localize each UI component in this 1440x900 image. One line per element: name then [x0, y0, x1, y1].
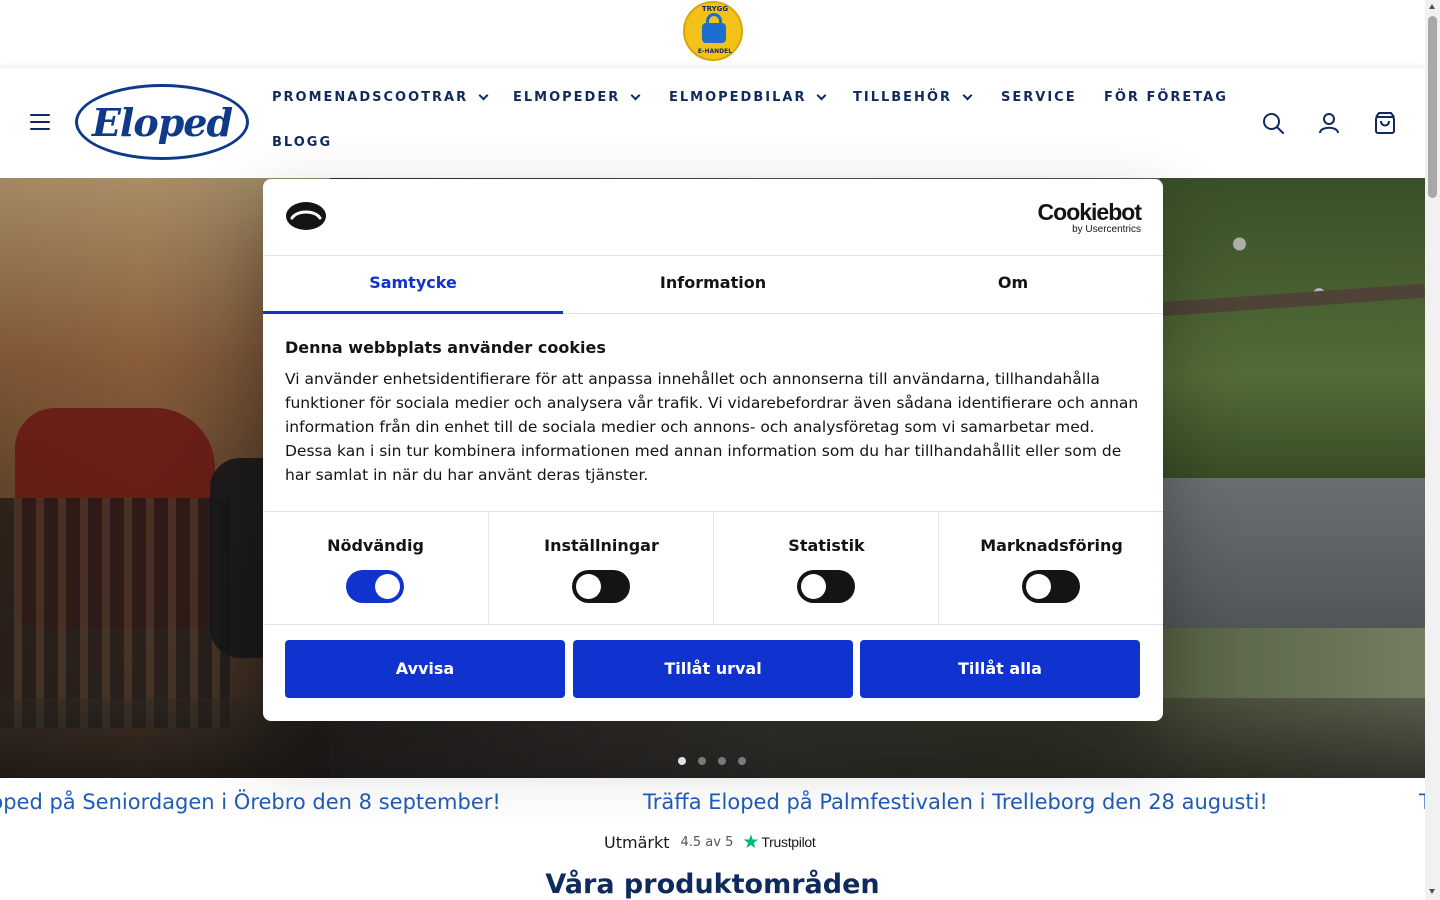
toggle-knob [375, 574, 400, 599]
lock-icon [702, 23, 726, 43]
trust-strip: TRYGG E-HANDEL [0, 0, 1425, 68]
cookie-title: Denna webbplats använder cookies [285, 338, 606, 357]
slider-dot-1[interactable] [678, 757, 686, 765]
badge-bottom-text: E-HANDEL [697, 48, 733, 55]
scroll-thumb[interactable] [1428, 16, 1437, 198]
nav-promenadscootrar[interactable]: PROMENADSCOOTRAR [272, 90, 489, 105]
nav-elmopeder[interactable]: ELMOPEDER [513, 90, 641, 105]
section-title: Våra produktområden [545, 869, 880, 900]
slider-dots [678, 757, 746, 765]
ticker-item[interactable]: Träffa Eloped på Palmfestivalen i Trelle… [643, 790, 1268, 814]
chevron-down-icon [630, 90, 641, 101]
toggle-label: Inställningar [544, 536, 659, 555]
ticker-item[interactable]: Träffa Eloped på Seniordagen i Örebro de… [0, 790, 501, 814]
toggle-group-marknadsforing: Marknadsföring [938, 512, 1163, 625]
toggle-knob [576, 574, 601, 599]
trustpilot-star-icon: ★ [742, 830, 760, 853]
cookie-tabs: Samtycke Information Om [263, 256, 1163, 314]
tab-information[interactable]: Information [563, 256, 863, 314]
site-header: Eloped PROMENADSCOOTRAR ELMOPEDER ELMOPE… [0, 68, 1425, 178]
nav-label: PROMENADSCOOTRAR [272, 90, 469, 105]
nav-blogg[interactable]: BLOGG [272, 135, 332, 150]
scroll-up-arrow-icon[interactable] [1429, 4, 1435, 9]
trygg-ehandel-badge[interactable]: TRYGG E-HANDEL [683, 1, 743, 61]
page-scrollbar[interactable] [1425, 0, 1440, 900]
chevron-down-icon [817, 90, 827, 101]
slider-dot-4[interactable] [738, 757, 746, 765]
reject-button[interactable]: Avvisa [285, 640, 565, 698]
cookie-consent-dialog: Cookiebot by Usercentrics Samtycke Infor… [263, 179, 1163, 721]
toggle-group-installningar: Inställningar [488, 512, 713, 625]
nav-tillbehor[interactable]: TILLBEHÖR [853, 90, 973, 105]
toggle-knob [1026, 574, 1051, 599]
slider-dot-2[interactable] [698, 757, 706, 765]
nav-service[interactable]: SERVICE [1001, 90, 1077, 105]
nav-label: FÖR FÖRETAG [1104, 90, 1228, 105]
nav-label: TILLBEHÖR [853, 90, 953, 105]
toggle-label: Nödvändig [327, 536, 424, 555]
eloped-logo[interactable]: Eloped [75, 84, 249, 160]
nav-label: ELMOPEDER [513, 90, 621, 105]
nav-elmopedbilar[interactable]: ELMOPEDBILAR [669, 90, 827, 105]
allow-all-button[interactable]: Tillåt alla [860, 640, 1140, 698]
trustpilot-widget[interactable]: Utmärkt 4.5 av 5 ★ Trustpilot [604, 830, 816, 853]
chevron-down-icon [962, 90, 973, 101]
nav-label: ELMOPEDBILAR [669, 90, 807, 105]
cookie-description: Vi använder enhetsidentifierare för att … [285, 370, 1139, 484]
toggle-installningar[interactable] [572, 570, 630, 603]
trustpilot-rating-label: Utmärkt [604, 832, 670, 852]
nav-label: SERVICE [1001, 90, 1077, 105]
allow-selection-button[interactable]: Tillåt urval [573, 640, 853, 698]
cart-icon[interactable] [1373, 111, 1397, 135]
toggle-label: Statistik [788, 536, 865, 555]
trustpilot-score: 4.5 av 5 [680, 834, 734, 850]
trustpilot-brand: Trustpilot [761, 834, 816, 850]
scroll-down-arrow-icon[interactable] [1429, 889, 1435, 894]
nav-for-foretag[interactable]: FÖR FÖRETAG [1104, 90, 1228, 105]
chevron-down-icon [478, 90, 489, 101]
badge-top-text: TRYGG [701, 5, 729, 13]
nav-label: BLOGG [272, 135, 333, 150]
cookiebot-logo-icon [286, 202, 326, 230]
toggle-nodvandig[interactable] [346, 570, 404, 603]
account-icon[interactable] [1317, 111, 1341, 135]
cookiebot-brand-name: Cookiebot [1037, 199, 1142, 225]
toggle-label: Marknadsföring [980, 536, 1123, 555]
toggle-knob [801, 574, 826, 599]
cookie-category-toggles: Nödvändig Inställningar Statistik Markna… [263, 511, 1163, 625]
menu-icon[interactable] [30, 114, 50, 130]
logo-text: Eloped [91, 99, 233, 145]
toggle-group-statistik: Statistik [713, 512, 938, 625]
slider-dot-3[interactable] [718, 757, 726, 765]
tab-samtycke[interactable]: Samtycke [263, 256, 563, 314]
toggle-group-nodvandig: Nödvändig [263, 512, 488, 625]
search-icon[interactable] [1261, 111, 1285, 135]
cookiebot-brand[interactable]: Cookiebot by Usercentrics [1037, 199, 1142, 235]
toggle-marknadsforing[interactable] [1022, 570, 1080, 603]
news-ticker: Träffa Eloped på Seniordagen i Örebro de… [0, 788, 1425, 822]
toggle-statistik[interactable] [797, 570, 855, 603]
cookie-dialog-header: Cookiebot by Usercentrics [263, 179, 1163, 256]
cookiebot-brand-sub: by Usercentrics [1072, 224, 1141, 235]
tab-om[interactable]: Om [863, 256, 1163, 314]
